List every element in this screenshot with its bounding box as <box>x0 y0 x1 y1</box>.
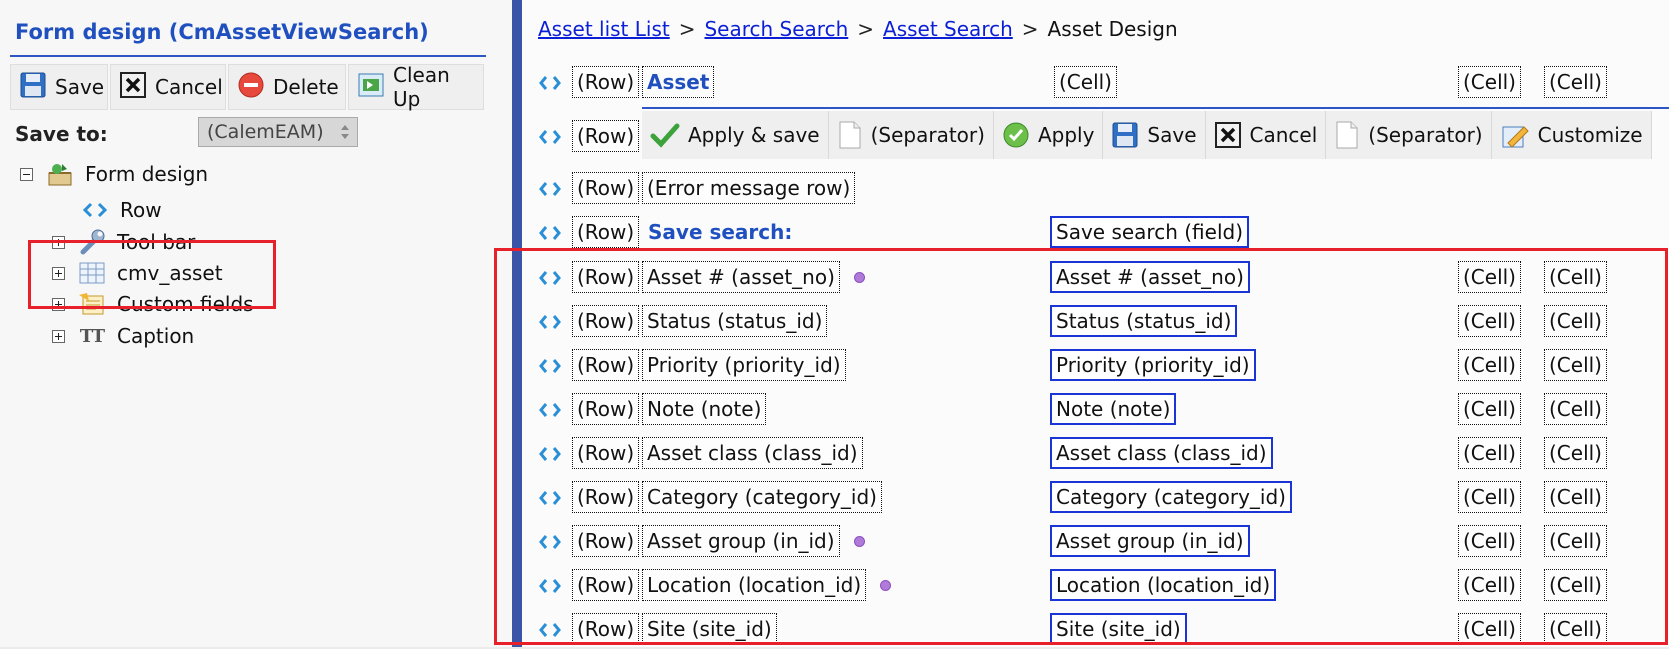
delete-button[interactable]: Delete <box>228 64 346 110</box>
apply-label: Apply <box>1037 123 1095 147</box>
breadcrumb-separator: > <box>678 17 696 41</box>
clean-up-icon <box>357 71 385 104</box>
cell-marker[interactable]: (Cell) <box>1458 66 1521 98</box>
apply-and-save-button[interactable]: Apply & save <box>642 111 829 159</box>
row-arrows-icon[interactable] <box>538 180 562 198</box>
cancel-label: Cancel <box>155 75 223 99</box>
tree-item-label: Row <box>120 198 162 222</box>
apply-circle-icon <box>1003 122 1029 148</box>
basket-icon <box>45 161 75 187</box>
save-search-field[interactable]: Save search (field) <box>1050 216 1250 248</box>
design-area: Asset list List > Search Search > Asset Sear… <box>494 0 1669 647</box>
error-message-row[interactable]: (Error message row) <box>642 172 856 204</box>
separator-label: (Separator) <box>1368 123 1483 147</box>
floppy-disk-icon <box>19 71 47 104</box>
save-button[interactable]: Save <box>10 64 108 110</box>
page-icon <box>839 121 861 149</box>
highlight-box-fields <box>494 248 1668 645</box>
row-marker[interactable]: (Row) <box>572 216 640 248</box>
design-toolbar: Apply & save (Separator) Apply Save Canc… <box>642 111 1652 159</box>
separator-item[interactable]: (Separator) <box>1326 111 1492 159</box>
clean-up-label: Clean Up <box>393 63 450 111</box>
delete-icon <box>237 71 265 104</box>
checkmark-icon <box>650 123 680 148</box>
clean-up-button[interactable]: Clean Up <box>348 63 484 111</box>
tree-root-label: Form design <box>85 162 209 186</box>
panel-title: Form design (CmAssetViewSearch) <box>15 20 429 44</box>
row-arrows-icon <box>80 197 110 223</box>
asset-title-cell[interactable]: Asset <box>642 66 715 98</box>
delete-label: Delete <box>273 75 339 99</box>
customize-button[interactable]: Customize <box>1491 111 1652 159</box>
tree-item-label: Caption <box>117 324 195 348</box>
save-to-label: Save to: <box>15 122 108 146</box>
tree-root-form-design[interactable]: Form design <box>20 160 208 188</box>
row-arrows-icon[interactable] <box>538 224 562 242</box>
row-marker[interactable]: (Row) <box>572 66 640 98</box>
breadcrumb: Asset list List > Search Search > Asset Sear… <box>538 17 1178 41</box>
separator-label: (Separator) <box>870 123 985 147</box>
row-arrows-icon[interactable] <box>538 74 562 92</box>
apply-button[interactable]: Apply <box>993 111 1104 159</box>
apply-and-save-label: Apply & save <box>688 123 820 147</box>
form-design-panel: Form design (CmAssetViewSearch) Save Can… <box>0 0 512 647</box>
breadcrumb-link-asset-list[interactable]: Asset list List <box>538 17 670 41</box>
breadcrumb-link-asset-search[interactable]: Asset Search <box>883 17 1013 41</box>
cancel-button[interactable]: Cancel <box>110 64 226 110</box>
highlight-box-tree <box>28 240 276 309</box>
collapse-toggle-icon[interactable] <box>20 167 33 181</box>
save-search-label: Save search: <box>648 220 793 244</box>
spinner-arrows-icon <box>341 125 349 139</box>
row-arrows-icon[interactable] <box>538 128 562 146</box>
cell-marker[interactable]: (Cell) <box>1054 66 1117 98</box>
customize-icon <box>1502 126 1529 148</box>
asset-title-divider <box>642 107 1669 109</box>
cancel-label: Cancel <box>1249 123 1318 147</box>
customize-label: Customize <box>1537 123 1643 147</box>
tree-item-caption[interactable]: TT Caption <box>52 322 194 350</box>
breadcrumb-separator: > <box>1021 17 1039 41</box>
x-box-icon <box>1214 122 1241 148</box>
breadcrumb-current: Asset Design <box>1047 17 1178 41</box>
expand-toggle-icon[interactable] <box>52 329 65 343</box>
page-icon <box>1336 121 1358 149</box>
floppy-disk-icon <box>1112 122 1138 148</box>
save-label: Save <box>55 75 105 99</box>
cancel-button[interactable]: Cancel <box>1205 111 1327 159</box>
cell-marker[interactable]: (Cell) <box>1544 66 1607 98</box>
tree-item-row[interactable]: Row <box>80 196 162 224</box>
breadcrumb-link-search[interactable]: Search Search <box>704 17 848 41</box>
save-to-value: (CalemEAM) <box>207 121 324 143</box>
separator-item[interactable]: (Separator) <box>828 111 994 159</box>
caption-icon: TT <box>79 325 105 347</box>
row-marker[interactable]: (Row) <box>572 172 640 204</box>
breadcrumb-separator: > <box>857 17 875 41</box>
save-button[interactable]: Save <box>1103 111 1206 159</box>
panel-title-divider <box>10 55 486 57</box>
row-marker[interactable]: (Row) <box>572 120 640 152</box>
save-to-select[interactable]: (CalemEAM) <box>198 117 358 147</box>
save-label: Save <box>1147 123 1197 147</box>
x-box-icon <box>119 71 147 104</box>
